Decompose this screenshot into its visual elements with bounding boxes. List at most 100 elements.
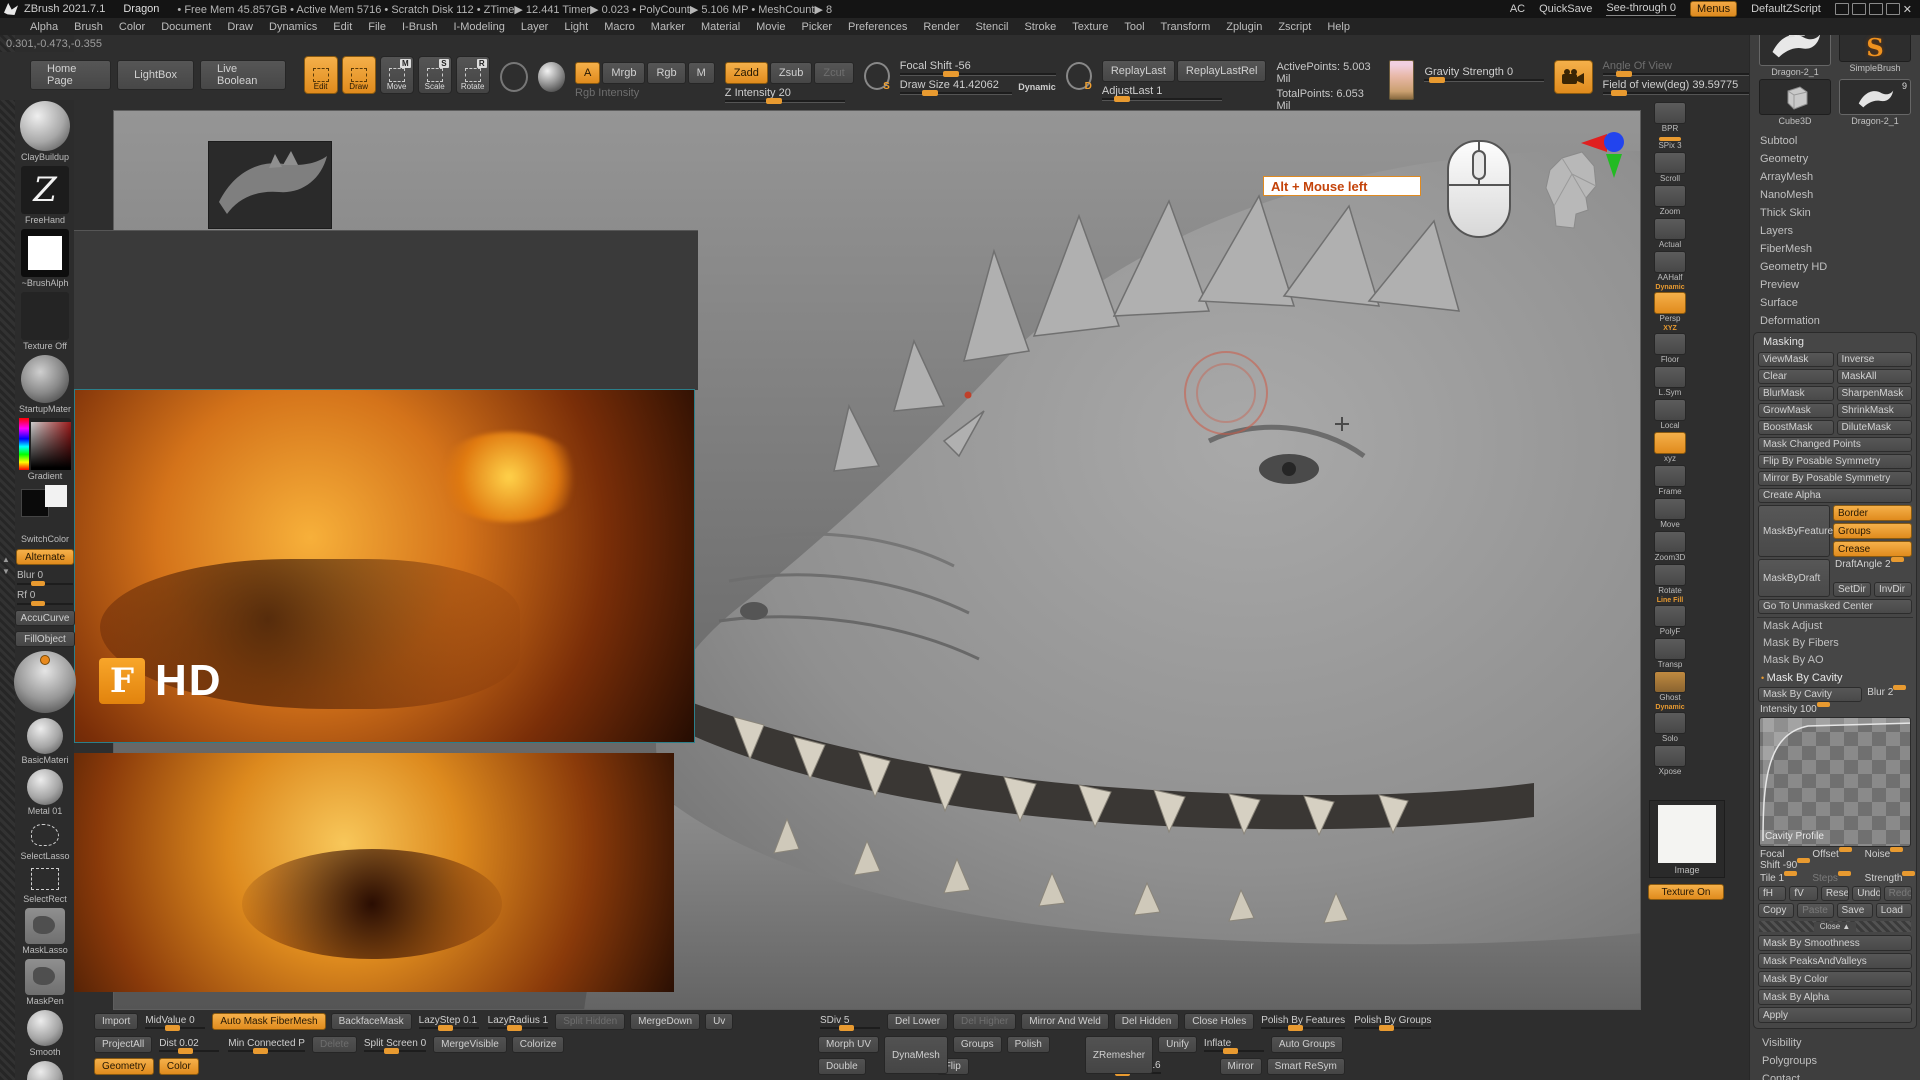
stroke-preview-icon[interactable] <box>500 62 528 92</box>
bottom-control[interactable]: MergeDown <box>630 1013 700 1030</box>
bottom-control[interactable]: Unify <box>1158 1036 1197 1053</box>
masking-button[interactable]: Apply <box>1758 1007 1912 1023</box>
draft-dir-button[interactable]: SetDir <box>1833 582 1871 597</box>
left-shelf-thumbnail[interactable] <box>27 718 63 754</box>
profile-slider[interactable]: Offset <box>1810 849 1859 871</box>
field-of-view-slider[interactable]: Field of view(deg) 39.59775 <box>1603 79 1773 91</box>
paint-mode-button[interactable]: A <box>575 62 600 84</box>
masking-button[interactable]: BoostMask <box>1758 420 1834 435</box>
left-shelf-item[interactable]: Smooth <box>18 1010 72 1057</box>
profile-button[interactable]: Load <box>1876 903 1912 918</box>
shelf-tab-button[interactable]: Home Page <box>30 60 111 90</box>
bottom-control[interactable]: SDiv 5 <box>818 1013 882 1030</box>
masking-header[interactable]: Masking <box>1757 334 1913 350</box>
right-shelf-icon[interactable] <box>1654 564 1686 586</box>
left-shelf-thumbnail[interactable] <box>21 229 69 277</box>
see-through-slider[interactable]: See-through 0 <box>1606 2 1676 16</box>
left-shelf-thumbnail[interactable] <box>21 292 69 340</box>
right-shelf-button[interactable]: Ghost <box>1654 671 1686 702</box>
masking-subsection[interactable]: Mask Adjust <box>1757 618 1913 635</box>
left-shelf-item[interactable]: ClayBuildup <box>18 101 72 162</box>
mask-by-feature-button[interactable]: MaskByFeature <box>1758 505 1830 557</box>
profile-slider[interactable]: Strength <box>1863 873 1912 884</box>
subpalette-header[interactable]: NanoMesh <box>1750 186 1920 204</box>
stroke-type-icon[interactable]: S <box>864 62 890 90</box>
masking-subsection[interactable]: Mask By Fibers <box>1757 635 1913 652</box>
draft-angle-slider[interactable]: DraftAngle 2 <box>1833 559 1912 580</box>
left-shelf-thumbnail[interactable] <box>21 166 69 214</box>
tool-slot-dragon-2[interactable]: 9 Dragon-2_1 <box>1836 79 1914 126</box>
bottom-control[interactable]: Import <box>94 1013 138 1030</box>
profile-button[interactable]: Copy <box>1758 903 1794 918</box>
sculpt-mode-button[interactable]: Zsub <box>770 62 812 84</box>
bottom-control[interactable]: Double <box>818 1058 866 1075</box>
subpalette-header[interactable]: Surface <box>1750 294 1920 312</box>
draw-size-slider[interactable]: Draw Size 41.42062 <box>900 79 1013 91</box>
right-shelf-icon[interactable] <box>1654 399 1686 421</box>
menu-item[interactable]: Light <box>556 21 596 33</box>
left-shelf-item[interactable]: FillObject <box>18 630 72 647</box>
menu-item[interactable]: Material <box>693 21 748 33</box>
menu-item[interactable]: Draw <box>219 21 261 33</box>
left-shelf-item[interactable]: Metal 01 <box>18 769 72 816</box>
sculpt-mode-button[interactable]: Zadd <box>725 62 768 84</box>
tool-slot-cube[interactable]: Cube3D <box>1756 79 1834 126</box>
bottom-control[interactable]: Mirror And Weld <box>1021 1013 1109 1030</box>
menu-item[interactable]: Marker <box>643 21 693 33</box>
menu-item[interactable]: Render <box>915 21 967 33</box>
left-shelf-thumbnail[interactable] <box>21 485 69 533</box>
menu-item[interactable]: I-Modeling <box>445 21 512 33</box>
left-shelf-thumbnail[interactable] <box>21 865 69 893</box>
bottom-control[interactable]: Inflate <box>1202 1036 1266 1053</box>
mode-button[interactable]: S Scale <box>418 56 452 94</box>
menu-item[interactable]: Zplugin <box>1218 21 1270 33</box>
masking-button[interactable]: Mask PeaksAndValleys <box>1758 953 1912 969</box>
bottom-control[interactable]: MergeVisible <box>433 1036 507 1053</box>
bottom-control[interactable]: Colorize <box>512 1036 565 1053</box>
menu-item[interactable]: Zscript <box>1270 21 1319 33</box>
right-shelf-button[interactable]: Dynamic Solo <box>1654 704 1686 743</box>
menu-item[interactable]: Stencil <box>967 21 1016 33</box>
material-preview-icon[interactable] <box>538 62 566 92</box>
masking-button[interactable]: Create Alpha <box>1758 488 1912 503</box>
profile-slider[interactable]: Focal Shift -90 <box>1758 849 1807 871</box>
rgb-intensity-slider[interactable]: Rgb Intensity <box>575 87 695 99</box>
left-shelf-thumbnail[interactable] <box>25 908 65 944</box>
menu-item[interactable]: Dynamics <box>261 21 325 33</box>
bottom-control[interactable]: ProjectAll <box>94 1036 152 1053</box>
bottom-control[interactable]: Uv <box>705 1013 733 1030</box>
right-shelf-icon[interactable] <box>1654 333 1686 355</box>
bottom-control[interactable]: LazyRadius 1 <box>486 1013 551 1030</box>
right-shelf-button[interactable]: Xpose <box>1654 745 1686 776</box>
left-shelf-item[interactable]: SmoothValleys <box>18 1061 72 1080</box>
bottom-control[interactable]: Auto Groups <box>1271 1036 1343 1053</box>
masking-button[interactable]: SharpenMask <box>1837 386 1913 401</box>
subpalette-header[interactable]: Subtool <box>1750 132 1920 150</box>
subpalette-header[interactable]: Thick Skin <box>1750 204 1920 222</box>
right-shelf-icon[interactable] <box>1654 218 1686 240</box>
subpalette-header[interactable]: Layers <box>1750 222 1920 240</box>
bottom-control[interactable]: Auto Mask FiberMesh <box>212 1013 325 1030</box>
subpalette-header[interactable]: Polygroups <box>1750 1052 1920 1070</box>
left-shelf-item[interactable]: StartupMater <box>18 355 72 414</box>
bottom-control[interactable]: Min Connected P <box>226 1036 307 1053</box>
masking-button[interactable]: Mask By Smoothness <box>1758 935 1912 951</box>
canvas-nav-thumbnail[interactable] <box>208 141 332 229</box>
bottom-control[interactable]: Del Lower <box>887 1013 948 1030</box>
subpalette-header[interactable]: Geometry HD <box>1750 258 1920 276</box>
right-shelf-icon[interactable] <box>1654 152 1686 174</box>
menu-item[interactable]: Edit <box>325 21 360 33</box>
right-shelf-button[interactable]: SPix 3 <box>1658 135 1681 150</box>
left-shelf-item[interactable]: MaskPen <box>18 959 72 1006</box>
left-shelf-thumbnail[interactable] <box>21 820 69 850</box>
left-shelf-divider[interactable]: ▲ ▼ <box>0 35 15 1080</box>
bottom-control[interactable]: MidValue 0 <box>143 1013 207 1030</box>
right-shelf-button[interactable]: Actual <box>1654 218 1686 249</box>
masking-button[interactable]: Mask By Color <box>1758 971 1912 987</box>
reference-image-smaug-profile[interactable]: F HD <box>74 389 695 743</box>
right-shelf-button[interactable]: xyz <box>1654 432 1686 463</box>
left-shelf-thumbnail[interactable] <box>27 769 63 805</box>
right-shelf-icon[interactable] <box>1654 432 1686 454</box>
right-shelf-icon[interactable] <box>1654 366 1686 388</box>
right-shelf-icon[interactable] <box>1654 531 1686 553</box>
